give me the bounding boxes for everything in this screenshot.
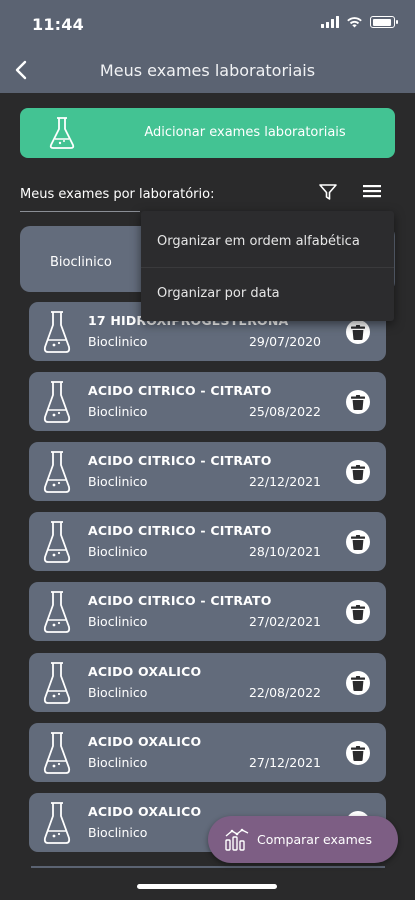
sort-menu: Organizar em ordem alfabética Organizar … (141, 211, 394, 321)
flask-icon (42, 520, 72, 568)
exam-date: 25/08/2022 (248, 404, 321, 419)
exam-lab: Bioclinico (88, 755, 148, 770)
section-divider (20, 211, 140, 212)
home-indicator (137, 884, 277, 889)
status-icons (321, 16, 398, 28)
flask-icon (42, 590, 72, 638)
delete-exam-button[interactable] (346, 390, 370, 414)
delete-exam-button[interactable] (346, 530, 370, 554)
delete-exam-button[interactable] (346, 460, 370, 484)
flask-icon (42, 801, 72, 849)
exam-date: 27/02/2021 (248, 614, 321, 629)
exam-date: 29/07/2020 (248, 334, 321, 349)
add-exams-label: Adicionar exames laboratoriais (144, 125, 346, 140)
exam-date: 22/12/2021 (248, 474, 321, 489)
status-time: 11:44 (32, 15, 84, 34)
list-bottom-divider (31, 866, 385, 868)
filter-icon[interactable] (318, 183, 338, 201)
flask-icon (42, 450, 72, 498)
delete-exam-button[interactable] (346, 671, 370, 695)
exam-date: 28/10/2021 (248, 544, 321, 559)
trash-icon (351, 464, 365, 480)
delete-exam-button[interactable] (346, 320, 370, 344)
exam-lab: Bioclinico (88, 685, 148, 700)
compare-exams-label: Comparar exames (257, 832, 372, 847)
exam-card[interactable]: ACIDO CITRICO - CITRATO Bioclinico 22/12/2… (29, 442, 386, 501)
app-screen: 11:44 Meus exames laboratoriais Adiciona… (0, 0, 415, 900)
trash-icon (351, 324, 365, 340)
lab-group-name: Bioclinico (50, 255, 112, 270)
exam-date: 27/12/2021 (248, 755, 321, 770)
trash-icon (351, 534, 365, 550)
exam-title: ACIDO OXALICO (88, 664, 202, 679)
flask-icon (42, 731, 72, 779)
flask-icon (49, 117, 75, 149)
sort-list-icon[interactable] (363, 184, 381, 200)
delete-exam-button[interactable] (346, 600, 370, 624)
top-bar: 11:44 Meus exames laboratoriais (0, 0, 415, 93)
menu-item-sort-alphabetical[interactable]: Organizar em ordem alfabética (141, 215, 394, 268)
exam-lab: Bioclinico (88, 474, 148, 489)
exam-card[interactable]: ACIDO OXALICO Bioclinico 22/08/2022 (29, 653, 386, 712)
exam-title: ACIDO CITRICO - CITRATO (88, 523, 272, 538)
exam-title: ACIDO OXALICO (88, 734, 202, 749)
exam-card[interactable]: ACIDO OXALICO Bioclinico 27/12/2021 (29, 723, 386, 782)
add-exams-button[interactable]: Adicionar exames laboratoriais (20, 108, 395, 158)
trash-icon (351, 675, 365, 691)
delete-exam-button[interactable] (346, 741, 370, 765)
trash-icon (351, 394, 365, 410)
flask-icon (42, 661, 72, 709)
battery-icon (370, 16, 398, 28)
signal-icon (321, 16, 339, 28)
compare-exams-button[interactable]: Comparar exames (208, 816, 398, 863)
flask-icon (42, 380, 72, 428)
trash-icon (351, 745, 365, 761)
compare-chart-icon (225, 828, 249, 851)
exam-lab: Bioclinico (88, 334, 148, 349)
exam-title: ACIDO CITRICO - CITRATO (88, 593, 272, 608)
exam-lab: Bioclinico (88, 544, 148, 559)
exam-card[interactable]: ACIDO CITRICO - CITRATO Bioclinico 27/02/2… (29, 582, 386, 641)
exam-card[interactable]: ACIDO CITRICO - CITRATO Bioclinico 25/08/2… (29, 372, 386, 431)
exam-title: ACIDO OXALICO (88, 804, 202, 819)
trash-icon (351, 604, 365, 620)
page-title: Meus exames laboratoriais (99, 61, 316, 80)
exam-lab: Bioclinico (88, 404, 148, 419)
exam-card[interactable]: ACIDO CITRICO - CITRATO Bioclinico 28/10/2… (29, 512, 386, 571)
exam-title: ACIDO CITRICO - CITRATO (88, 383, 272, 398)
flask-icon (42, 310, 72, 358)
section-label: Meus exames por laboratório: (20, 187, 215, 202)
exam-lab: Bioclinico (88, 825, 148, 840)
exam-title: ACIDO CITRICO - CITRATO (88, 453, 272, 468)
wifi-icon (347, 17, 362, 28)
exam-date: 22/08/2022 (248, 685, 321, 700)
exam-lab: Bioclinico (88, 614, 148, 629)
menu-item-sort-date[interactable]: Organizar por data (141, 267, 394, 320)
